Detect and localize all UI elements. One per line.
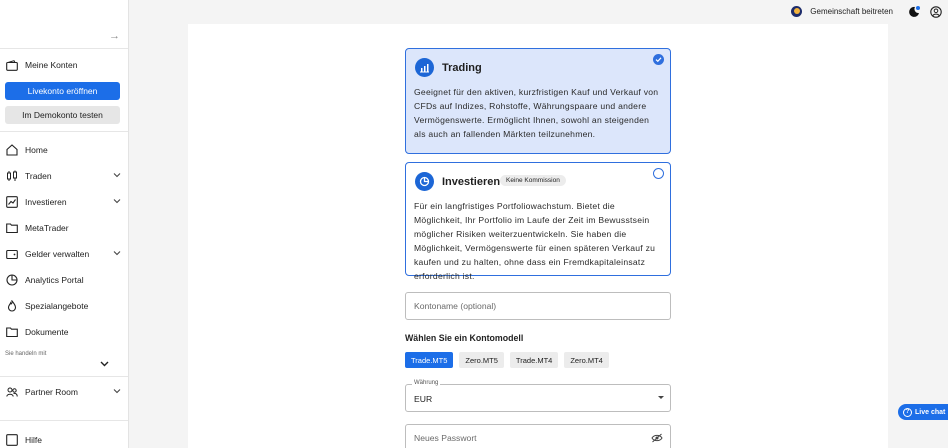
theme-toggle-icon[interactable] [908,6,920,20]
investing-description: Für ein langfristiges Portfoliowachstum.… [414,201,656,281]
home-icon [5,143,19,157]
sidebar-item-metatrader[interactable]: MetaTrader [0,218,128,238]
dropdown-caret-icon [658,396,664,399]
sidebar-item-special-offers[interactable]: Spezialangebote [0,296,128,316]
folder-icon [5,221,19,235]
new-password-input[interactable] [406,425,670,448]
investing-title: Investieren [442,176,501,188]
live-chat-button[interactable]: ? Live chat [898,404,948,420]
trade-with-label: Sie handeln mit [5,351,47,357]
wallet-icon [5,58,19,72]
check-icon[interactable] [653,54,664,65]
divider [0,48,128,49]
sidebar-item-label: Partner Room [25,387,78,397]
radio-button[interactable] [653,168,664,179]
open-live-account-button[interactable]: Livekonto eröffnen [5,82,120,100]
sidebar-item-label: Meine Konten [25,60,78,70]
join-community-link[interactable]: Gemeinschaft beitreten [791,6,893,17]
sidebar-item-label: Traden [25,171,52,181]
sidebar-item-label: MetaTrader [25,223,69,233]
topbar: Gemeinschaft beitreten [130,0,948,24]
sidebar-item-label: Gelder verwalten [25,249,90,259]
model-chip-trade-mt4[interactable]: Trade.MT4 [509,352,559,368]
sidebar-item-documents[interactable]: Dokumente [0,322,128,342]
community-icon [791,6,803,17]
sidebar-item-label: Analytics Portal [25,275,84,285]
model-chip-trade-mt5[interactable]: Trade.MT5 [405,352,454,368]
collapse-arrow-icon[interactable]: → [109,30,120,42]
chevron-down-icon [113,387,121,397]
currency-value: EUR [414,394,433,404]
chevron-down-icon [113,197,121,207]
sidebar-item-analytics-portal[interactable]: Analytics Portal [0,270,128,290]
flame-icon [5,299,19,313]
divider [0,420,128,421]
try-demo-account-button[interactable]: Im Demokonto testen [5,106,120,124]
account-setup-panel: Trading Geeignet für den aktiven, kurzfr… [188,24,888,448]
sidebar-item-label: Dokumente [25,327,69,337]
pie-chart-icon [415,172,434,191]
model-chip-zero-mt4[interactable]: Zero.MT4 [564,352,609,368]
chevron-down-icon [113,171,121,181]
chart-icon [5,195,19,209]
live-chat-label: Live chat [915,408,946,416]
currency-label: Währung [412,380,441,386]
question-icon: ? [903,407,912,417]
sidebar-item-home[interactable]: Home [0,140,128,160]
trading-chart-icon [415,58,434,77]
trading-title: Trading [442,62,482,74]
document-icon [5,325,19,339]
chevron-down-icon[interactable] [100,360,109,370]
analytics-icon [5,273,19,287]
new-password-field[interactable] [405,424,671,448]
account-name-input[interactable] [406,293,670,319]
sidebar-item-label: Investieren [25,197,67,207]
sidebar-item-partner-room[interactable]: Partner Room [0,382,128,402]
sidebar-item-label: Home [25,145,48,155]
partners-icon [5,385,19,399]
wallet-icon [5,247,19,261]
account-name-field[interactable] [405,292,671,320]
no-commission-badge: Keine Kommission [500,175,566,186]
sidebar: → Meine Konten Livekonto eröffnen Im Dem… [0,0,129,448]
trading-description: Geeignet für den aktiven, kurzfristigen … [414,87,659,139]
sidebar-item-my-accounts[interactable]: Meine Konten [0,55,128,75]
hide-password-icon[interactable] [651,433,663,445]
sidebar-item-invest[interactable]: Investieren [0,192,128,212]
divider [0,376,128,377]
trading-option-card[interactable]: Trading Geeignet für den aktiven, kurzfr… [405,48,671,154]
investing-option-card[interactable]: Investieren Keine Kommission Für ein lan… [405,162,671,281]
sidebar-item-label: Spezialangebote [25,301,89,311]
account-model-title: Wählen Sie ein Kontomodell [405,333,524,343]
chevron-down-icon [113,249,121,259]
join-community-label: Gemeinschaft beitreten [810,7,893,16]
user-profile-icon[interactable] [930,6,942,20]
help-icon [5,433,19,447]
model-chip-zero-mt5[interactable]: Zero.MT5 [459,352,504,368]
currency-select[interactable]: Währung EUR [405,380,671,412]
account-model-selector: Trade.MT5 Zero.MT5 Trade.MT4 Zero.MT4 [405,352,609,368]
sidebar-item-manage-funds[interactable]: Gelder verwalten [0,244,128,264]
sidebar-item-help[interactable]: Hilfe [0,430,128,448]
divider [0,131,128,132]
sidebar-item-label: Hilfe [25,435,43,445]
sidebar-item-trade[interactable]: Traden [0,166,128,186]
candles-icon [5,169,19,183]
